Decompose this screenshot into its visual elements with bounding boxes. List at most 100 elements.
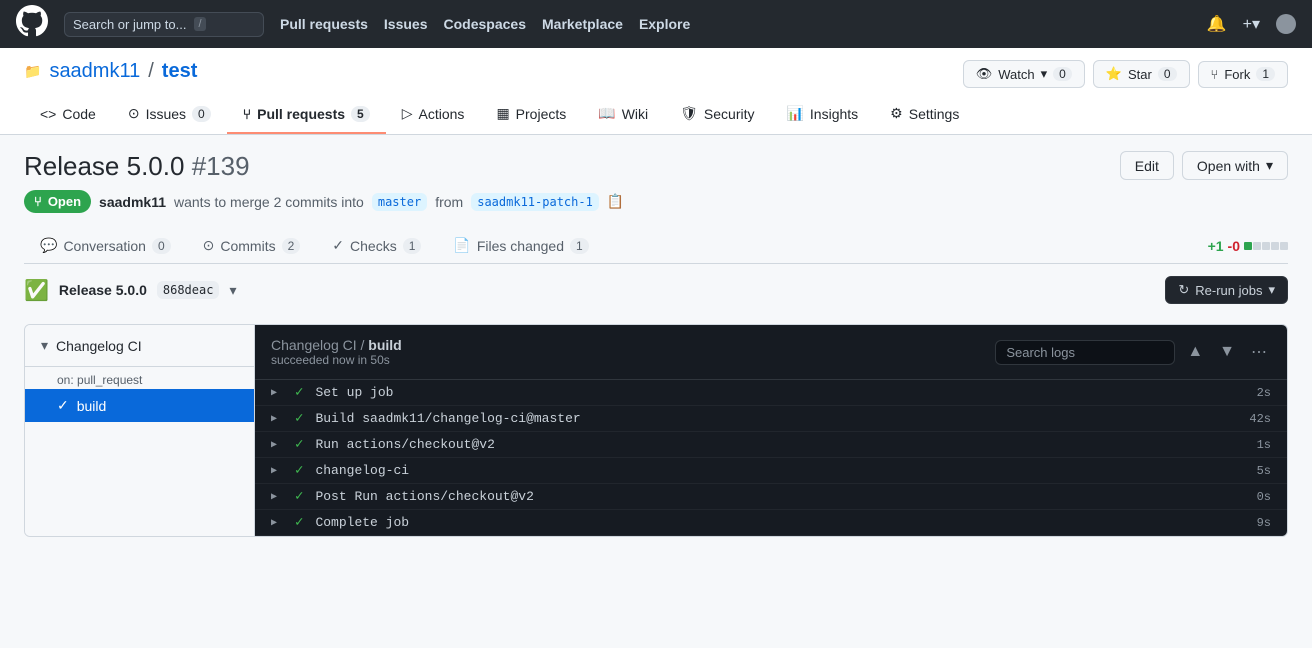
open-with-button[interactable]: Open with ▾: [1182, 151, 1288, 180]
step-check-icon: ✓: [295, 462, 303, 479]
fork-icon: ⑂: [1211, 67, 1219, 82]
nav-pull-requests[interactable]: Pull requests: [280, 16, 368, 32]
base-branch: master: [372, 193, 427, 211]
top-nav-right: 🔔 +▾: [1207, 14, 1296, 34]
repo-title: 📁 saadmk11 / test: [24, 60, 197, 83]
step-check-icon: ✓: [295, 410, 303, 427]
head-branch: saadmk11-patch-1: [471, 193, 599, 211]
repo-icon: 📁: [24, 63, 41, 80]
checks-badge: 1: [403, 238, 422, 254]
tab-issues[interactable]: ⊙ Issues 0: [112, 95, 227, 134]
conversation-badge: 0: [152, 238, 171, 254]
repo-owner-link[interactable]: saadmk11: [49, 60, 140, 83]
pr-author: saadmk11: [99, 194, 166, 210]
diff-stats: +1 -0: [1208, 238, 1288, 254]
pr-status-badge: ⑂ Open: [24, 190, 91, 213]
checks-breadcrumb: Changelog CI / build: [271, 337, 402, 353]
star-button[interactable]: ⭐ Star 0: [1093, 60, 1190, 88]
tab-projects[interactable]: ▦ Projects: [480, 95, 582, 134]
slash-key: /: [194, 17, 205, 31]
scroll-down-icon[interactable]: ▼: [1215, 339, 1239, 365]
log-line[interactable]: ▶ ✓ Set up job 2s: [255, 380, 1287, 406]
search-logs-input[interactable]: [995, 340, 1175, 365]
step-check-icon: ✓: [295, 384, 303, 401]
step-time: 1s: [1257, 438, 1271, 452]
github-logo-icon[interactable]: [16, 5, 48, 43]
checks-main: Changelog CI / build succeeded now in 50…: [255, 325, 1287, 536]
tab-files-changed[interactable]: 📄 Files changed 1: [437, 229, 604, 264]
step-name: Complete job: [315, 515, 1244, 530]
checks-main-header: Changelog CI / build succeeded now in 50…: [255, 325, 1287, 380]
pr-open-icon: ⑂: [34, 194, 42, 209]
fork-button[interactable]: ⑂ Fork 1: [1198, 61, 1289, 88]
avatar[interactable]: [1276, 14, 1296, 34]
watch-dropdown-icon: ▾: [1041, 66, 1048, 82]
commits-badge: 2: [282, 238, 301, 254]
tab-actions[interactable]: ▷ Actions: [386, 95, 481, 134]
tab-checks[interactable]: ✓ Checks 1: [316, 229, 437, 264]
expand-arrow-icon: ▶: [271, 413, 283, 425]
expand-arrow-icon: ▶: [271, 465, 283, 477]
log-line[interactable]: ▶ ✓ Post Run actions/checkout@v2 0s: [255, 484, 1287, 510]
commits-icon: ⊙: [203, 237, 215, 254]
copy-icon[interactable]: 📋: [607, 193, 624, 210]
step-check-icon: ✓: [295, 436, 303, 453]
settings-icon: ⚙: [890, 105, 903, 122]
tab-code[interactable]: <> Code: [24, 95, 112, 134]
tab-wiki[interactable]: 📖 Wiki: [582, 95, 664, 134]
nav-explore[interactable]: Explore: [639, 16, 690, 32]
more-options-icon[interactable]: ⋯: [1247, 338, 1271, 366]
notifications-icon[interactable]: 🔔: [1207, 14, 1227, 34]
tab-conversation[interactable]: 💬 Conversation 0: [24, 229, 187, 264]
insights-icon: 📊: [786, 105, 803, 122]
rerun-jobs-button[interactable]: ↻ Re-run jobs ▾: [1165, 276, 1288, 304]
tab-security[interactable]: 🛡 Security: [664, 95, 770, 134]
pr-content: Release 5.0.0 #139 Edit Open with ▾ ⑂ Op…: [0, 135, 1312, 553]
expand-arrow-icon: ▶: [271, 439, 283, 451]
conversation-icon: 💬: [40, 237, 57, 254]
step-check-icon: ✓: [295, 488, 303, 505]
issues-icon: ⊙: [128, 105, 140, 122]
diff-minus: -0: [1228, 238, 1240, 254]
top-nav-links: Pull requests Issues Codespaces Marketpl…: [280, 16, 690, 32]
nav-marketplace[interactable]: Marketplace: [542, 16, 623, 32]
checks-icon: ✓: [332, 237, 344, 254]
log-line[interactable]: ▶ ✓ changelog-ci 5s: [255, 458, 1287, 484]
create-icon[interactable]: +▾: [1243, 14, 1260, 34]
check-hash-dropdown-icon[interactable]: ▾: [229, 282, 236, 299]
watch-button[interactable]: 👁 Watch ▾ 0: [963, 60, 1085, 88]
step-name: Build saadmk11/changelog-ci@master: [315, 411, 1237, 426]
star-count: 0: [1158, 67, 1177, 81]
tab-settings[interactable]: ⚙ Settings: [874, 95, 975, 134]
security-icon: 🛡: [680, 105, 698, 122]
log-line[interactable]: ▶ ✓ Run actions/checkout@v2 1s: [255, 432, 1287, 458]
log-line[interactable]: ▶ ✓ Complete job 9s: [255, 510, 1287, 536]
nav-issues[interactable]: Issues: [384, 16, 428, 32]
search-box[interactable]: Search or jump to... /: [64, 12, 264, 37]
log-lines: ▶ ✓ Set up job 2s ▶ ✓ Build saadmk11/cha…: [255, 380, 1287, 536]
check-release-title: Release 5.0.0: [59, 282, 147, 298]
expand-arrow-icon: ▶: [271, 491, 283, 503]
edit-button[interactable]: Edit: [1120, 151, 1174, 180]
repo-name-link[interactable]: test: [162, 60, 198, 83]
step-time: 9s: [1257, 516, 1271, 530]
tab-pull-requests[interactable]: ⑂ Pull requests 5: [227, 95, 386, 134]
check-success-icon: ✅: [24, 278, 49, 303]
checks-sidebar-group[interactable]: ▾ Changelog CI: [25, 325, 254, 367]
checks-sidebar-build[interactable]: ✓ build: [25, 389, 254, 422]
scroll-up-icon[interactable]: ▲: [1183, 339, 1207, 365]
step-name: Post Run actions/checkout@v2: [315, 489, 1244, 504]
step-time: 0s: [1257, 490, 1271, 504]
chevron-down-icon: ▾: [1266, 157, 1273, 174]
tab-commits[interactable]: ⊙ Commits 2: [187, 229, 317, 264]
checks-subtitle: succeeded now in 50s: [271, 353, 402, 367]
checks-header-actions: ▲ ▼ ⋯: [995, 338, 1271, 366]
expand-arrow-icon: ▶: [271, 517, 283, 529]
projects-icon: ▦: [496, 105, 509, 122]
checks-sidebar-on: on: pull_request: [25, 367, 254, 389]
tab-insights[interactable]: 📊 Insights: [770, 95, 874, 134]
repo-actions: 👁 Watch ▾ 0 ⭐ Star 0 ⑂ Fork 1: [963, 60, 1288, 88]
log-line[interactable]: ▶ ✓ Build saadmk11/changelog-ci@master 4…: [255, 406, 1287, 432]
step-time: 2s: [1257, 386, 1271, 400]
nav-codespaces[interactable]: Codespaces: [444, 16, 526, 32]
